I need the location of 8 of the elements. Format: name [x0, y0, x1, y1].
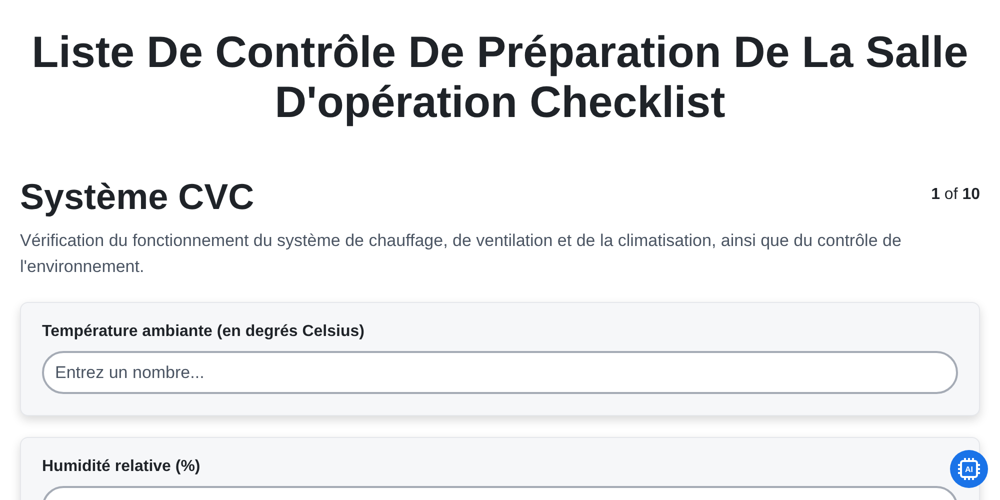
field-label: Température ambiante (en degrés Celsius) — [42, 323, 366, 341]
field-label: Humidité relative (%) — [42, 458, 202, 476]
section-heading: Système CVC — [20, 176, 254, 218]
chip-icon — [957, 457, 981, 481]
page-title: Liste De Contrôle De Préparation De La Salle D'opération Checklist — [30, 28, 970, 128]
step-counter: 1 of 10 — [931, 186, 980, 204]
section-description: Vérification du fonctionnement du système de chauffage, de ventilation et de la climatisation, ainsi que du contrôle de l'environnement. — [20, 230, 902, 278]
input-field[interactable]: Entrez un nombre... — [42, 351, 958, 394]
